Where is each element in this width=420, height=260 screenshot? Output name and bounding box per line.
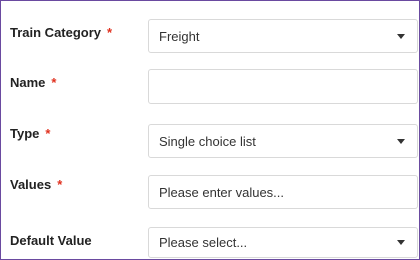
chevron-down-icon [397,240,405,245]
train-category-label: Train Category * [10,25,113,40]
name-label: Name * [10,75,57,90]
values-input[interactable]: Please enter values... [148,175,418,209]
default-value-select[interactable]: Please select... [148,227,418,258]
name-input[interactable] [148,69,418,104]
default-value-placeholder: Please select... [159,235,248,250]
required-marker: * [51,75,57,90]
attribute-form: Train Category * Freight Name * Type * Sing… [0,0,420,260]
values-placeholder: Please enter values... [159,184,285,200]
chevron-down-icon [397,138,405,144]
train-category-value: Freight [159,28,200,44]
required-marker: * [107,25,113,40]
train-category-select[interactable]: Freight [148,19,418,53]
default-value-label: Default Value [10,233,92,248]
type-select[interactable]: Single choice list [148,124,418,158]
chevron-down-icon [397,33,405,39]
type-label: Type * [10,126,51,141]
type-value: Single choice list [159,133,256,149]
values-label: Values * [10,177,63,192]
required-marker: * [57,177,63,192]
required-marker: * [45,126,51,141]
